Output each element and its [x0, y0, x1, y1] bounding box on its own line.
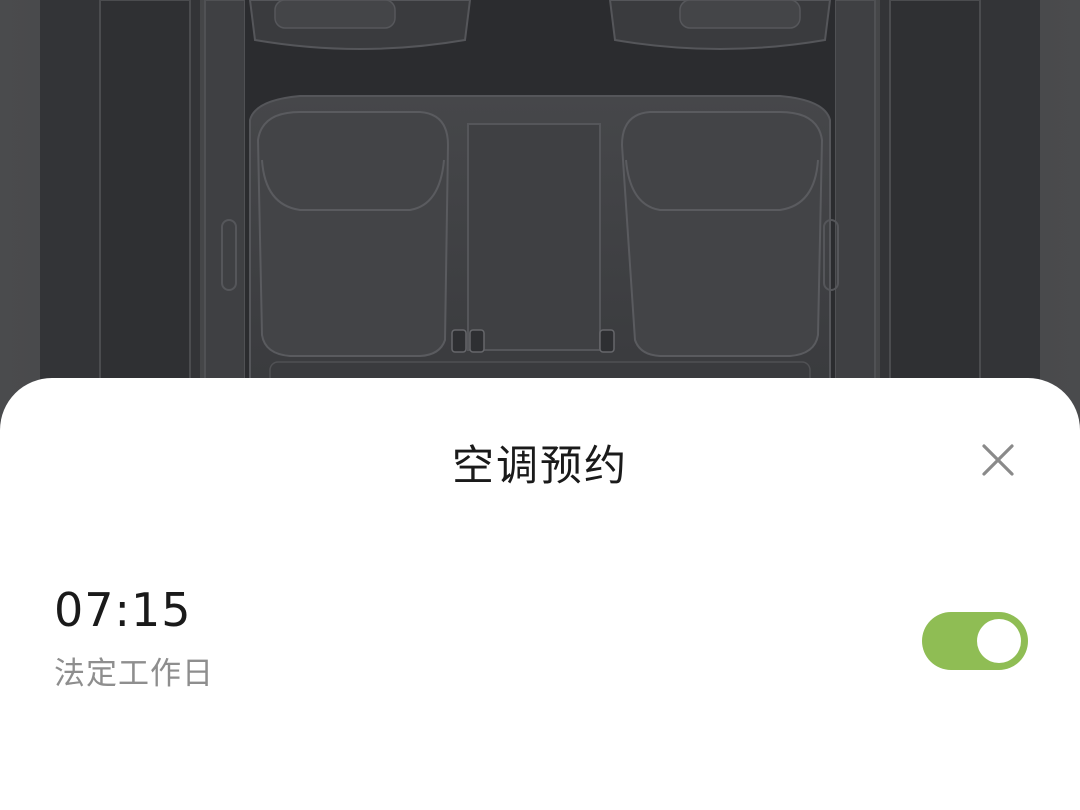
schedule-item[interactable]: 07:15 法定工作日 [0, 570, 1080, 710]
sheet-title: 空调预约 [451, 441, 628, 490]
schedule-repeat-label: 法定工作日 [54, 656, 214, 692]
toggle-knob [977, 619, 1021, 663]
close-button[interactable] [972, 436, 1024, 488]
schedule-time: 07:15 [54, 583, 192, 637]
close-icon [981, 443, 1015, 481]
ac-schedule-screen: 空调预约 07:15 法定工作日 [0, 0, 1080, 810]
car-interior-image [0, 0, 1080, 420]
schedule-enable-toggle[interactable] [922, 612, 1028, 670]
